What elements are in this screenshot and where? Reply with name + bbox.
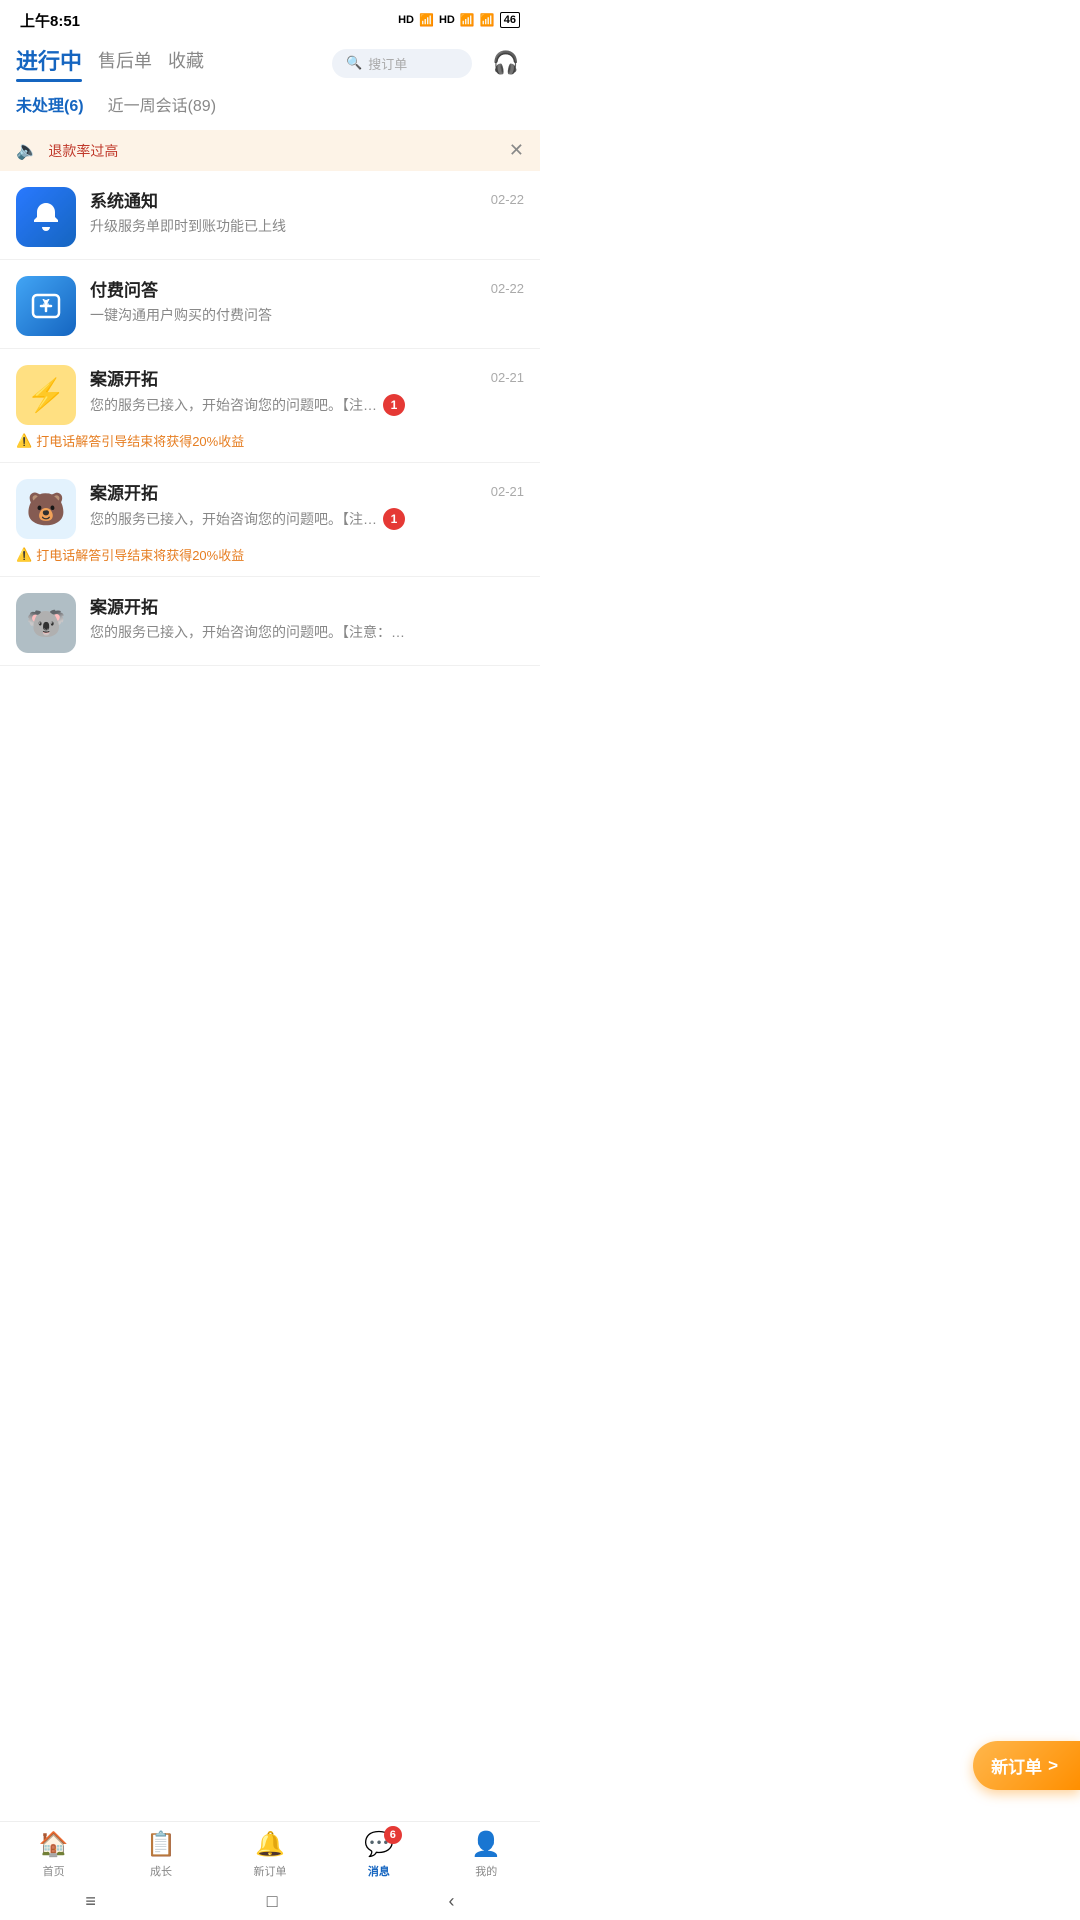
item-warning: ⚠️ 打电话解答引导结束将获得20%收益 [16, 545, 244, 564]
item-title: 案源开拓 [90, 365, 158, 390]
battery: 46 [500, 12, 520, 28]
wifi-icon: 📶 [480, 13, 495, 27]
message-badge: 6 [384, 1826, 402, 1844]
sub-tab-recent[interactable]: 近一周会话(89) [108, 92, 216, 120]
nav-message[interactable]: 💬 6 消息 [364, 1830, 394, 1879]
user-icon: 👤 [471, 1830, 501, 1859]
sys-nav-bar: ≡ □ ‹ [0, 1883, 540, 1920]
alert-banner: 🔈 退款率过高 ✕ [0, 130, 540, 171]
unread-badge: 1 [383, 394, 405, 416]
nav-items: 🏠 首页 📋 成长 🔔 新订单 💬 6 消息 👤 我的 [0, 1822, 540, 1883]
item-desc: 您的服务已接入，开始咨询您的问题吧。【注… 1 [90, 508, 524, 530]
signal-icon2: 📶 [460, 13, 475, 27]
item-content: 付费问答 02-22 一键沟通用户购买的付费问答 [90, 276, 524, 325]
item-desc: 您的服务已接入，开始咨询您的问题吧。【注… 1 [90, 394, 524, 416]
speaker-icon: 🔈 [16, 140, 38, 161]
signal-icon: 📶 [419, 13, 434, 27]
item-title: 付费问答 [90, 276, 158, 301]
search-box[interactable]: 🔍 搜订单 [332, 49, 472, 78]
item-title: 案源开拓 [90, 593, 158, 618]
status-bar: 上午8:51 HD 📶 HD 📶 📶 46 [0, 0, 540, 36]
nav-neworder-label: 新订单 [253, 1863, 286, 1879]
alert-text: 退款率过高 [48, 141, 498, 161]
chat-icon: 💬 6 [364, 1830, 394, 1859]
bell-icon: 🔔 [255, 1830, 285, 1859]
item-title-row: 案源开拓 [90, 593, 524, 618]
item-title-row: 案源开拓 02-21 [90, 365, 524, 390]
item-date: 02-22 [491, 192, 524, 207]
item-desc: 一键沟通用户购买的付费问答 [90, 305, 524, 325]
nav-growth-label: 成长 [150, 1863, 172, 1879]
nav-growth[interactable]: 📋 成长 [146, 1830, 176, 1879]
item-title: 案源开拓 [90, 479, 158, 504]
nav-home[interactable]: 🏠 首页 [39, 1830, 69, 1879]
item-content: 案源开拓 02-21 您的服务已接入，开始咨询您的问题吧。【注… 1 [90, 479, 524, 530]
item-date: 02-21 [491, 484, 524, 499]
item-date: 02-21 [491, 370, 524, 385]
item-content: 系统通知 02-22 升级服务单即时到账功能已上线 [90, 187, 524, 236]
hd-icon1: HD [398, 14, 414, 26]
sub-tab-unprocessed[interactable]: 未处理(6) [16, 92, 84, 120]
nav-my[interactable]: 👤 我的 [471, 1830, 501, 1879]
list-item[interactable]: 🐨 案源开拓 您的服务已接入，开始咨询您的问题吧。【注意：… [0, 577, 540, 666]
item-content: 案源开拓 02-21 您的服务已接入，开始咨询您的问题吧。【注… 1 [90, 365, 524, 416]
item-date: 02-22 [491, 281, 524, 296]
item-desc: 您的服务已接入，开始咨询您的问题吧。【注意：… [90, 622, 524, 642]
new-order-label: 新订单 [991, 1753, 1042, 1778]
warning-icon: ⚠️ [16, 547, 32, 563]
item-title-row: 付费问答 02-22 [90, 276, 524, 301]
sub-tabs: 未处理(6) 近一周会话(89) [0, 82, 540, 120]
warning-icon: ⚠️ [16, 433, 32, 449]
sys-menu-icon[interactable]: ≡ [85, 1891, 96, 1912]
tab-ongoing[interactable]: 进行中 [16, 44, 82, 82]
nav-home-label: 首页 [43, 1863, 65, 1879]
search-icon: 🔍 [346, 55, 362, 71]
bottom-nav: 🏠 首页 📋 成长 🔔 新订单 💬 6 消息 👤 我的 ≡ □ ‹ [0, 1821, 540, 1920]
new-order-arrow: > [1048, 1756, 1058, 1776]
status-time: 上午8:51 [20, 10, 80, 31]
svg-text:¥: ¥ [42, 296, 50, 311]
headset-icon[interactable]: 🎧 [488, 45, 524, 81]
nav-my-label: 我的 [475, 1863, 497, 1879]
new-order-button[interactable]: 新订单 > [973, 1741, 1080, 1790]
item-title-row: 案源开拓 02-21 [90, 479, 524, 504]
header: 进行中 售后单 收藏 🔍 搜订单 🎧 [0, 36, 540, 82]
list-item[interactable]: 系统通知 02-22 升级服务单即时到账功能已上线 [0, 171, 540, 260]
item-content: 案源开拓 您的服务已接入，开始咨询您的问题吧。【注意：… [90, 593, 524, 642]
avatar: ¥ [16, 276, 76, 336]
list-container: 系统通知 02-22 升级服务单即时到账功能已上线 ¥ 付费问答 02-22 一… [0, 171, 540, 666]
status-icons: HD 📶 HD 📶 📶 46 [398, 12, 520, 28]
avatar [16, 187, 76, 247]
item-warning: ⚠️ 打电话解答引导结束将获得20%收益 [16, 431, 244, 450]
list-item[interactable]: 🐻 案源开拓 02-21 您的服务已接入，开始咨询您的问题吧。【注… 1 ⚠️ … [0, 463, 540, 577]
avatar: ⚡ [16, 365, 76, 425]
book-icon: 📋 [146, 1830, 176, 1859]
tab-favorites[interactable]: 收藏 [168, 47, 204, 79]
list-item[interactable]: ⚡ 案源开拓 02-21 您的服务已接入，开始咨询您的问题吧。【注… 1 ⚠️ … [0, 349, 540, 463]
list-item[interactable]: ¥ 付费问答 02-22 一键沟通用户购买的付费问答 [0, 260, 540, 349]
hd-icon2: HD [439, 14, 455, 26]
alert-close-button[interactable]: ✕ [509, 140, 524, 161]
avatar: 🐨 [16, 593, 76, 653]
search-placeholder: 搜订单 [368, 54, 407, 73]
nav-message-label: 消息 [368, 1863, 390, 1879]
nav-new-order[interactable]: 🔔 新订单 [253, 1830, 286, 1879]
item-desc: 升级服务单即时到账功能已上线 [90, 216, 524, 236]
avatar: 🐻 [16, 479, 76, 539]
home-icon: 🏠 [39, 1830, 69, 1859]
tab-aftersale[interactable]: 售后单 [98, 47, 152, 79]
unread-badge: 1 [383, 508, 405, 530]
sys-home-icon[interactable]: □ [267, 1891, 278, 1912]
item-title-row: 系统通知 02-22 [90, 187, 524, 212]
sys-back-icon[interactable]: ‹ [449, 1891, 455, 1912]
item-title: 系统通知 [90, 187, 158, 212]
